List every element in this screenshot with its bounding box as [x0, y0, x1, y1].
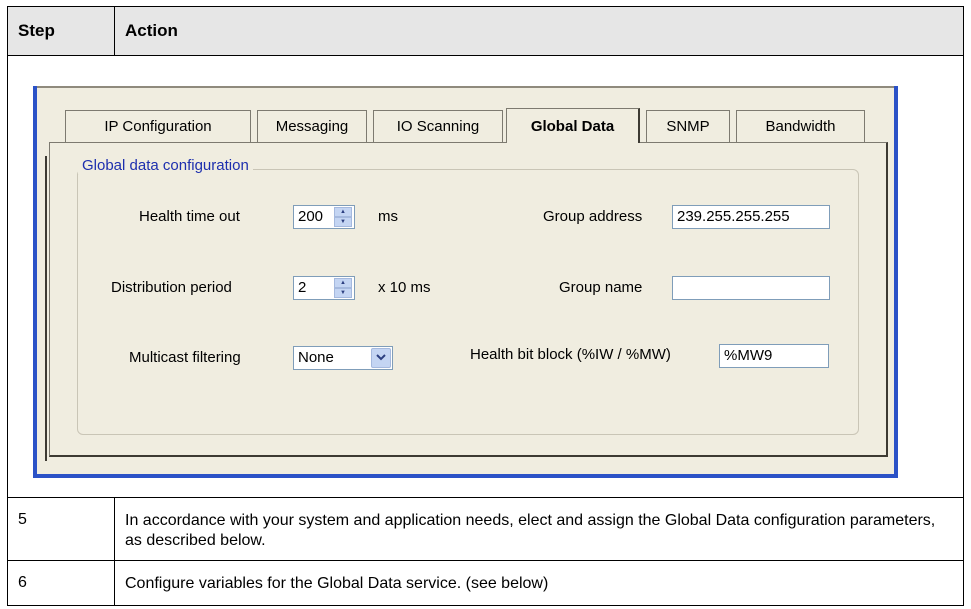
row-action-text: Configure variables for the Global Data …: [125, 575, 549, 592]
spin-down-icon[interactable]: ▼: [334, 288, 352, 298]
header-action: Action: [125, 21, 178, 40]
table-row: 6 Configure variables for the Global Dat…: [8, 561, 963, 605]
tab-global-data[interactable]: Global Data: [506, 108, 640, 143]
group-address-label: Group address: [543, 208, 643, 225]
procedure-table: Step Action IP Configuration Messaging I…: [7, 6, 964, 606]
distribution-period-value: 2: [298, 279, 307, 296]
spinner-arrows-icon[interactable]: ▲ ▼: [334, 278, 352, 298]
group-name-label: Group name: [559, 279, 643, 296]
tab-snmp[interactable]: SNMP: [646, 110, 730, 142]
row-action-text: In accordance with your system and appli…: [125, 512, 936, 549]
health-time-out-unit: ms: [378, 208, 398, 225]
group-title: Global data configuration: [78, 157, 253, 174]
global-data-panel: Global data configuration Health time ou…: [49, 142, 888, 457]
distribution-period-spinner[interactable]: 2 ▲ ▼: [293, 276, 355, 300]
chevron-down-icon[interactable]: [371, 348, 391, 368]
health-time-out-spinner[interactable]: 200 ▲ ▼: [293, 205, 355, 229]
table-row: 5 In accordance with your system and app…: [8, 498, 963, 561]
distribution-period-label: Distribution period: [111, 279, 232, 296]
spin-up-icon[interactable]: ▲: [334, 207, 352, 217]
health-bit-block-input[interactable]: %MW9: [719, 344, 829, 368]
tab-io-scanning[interactable]: IO Scanning: [373, 110, 503, 142]
spinner-arrows-icon[interactable]: ▲ ▼: [334, 207, 352, 227]
panel-shadow: [45, 156, 47, 461]
row-step-number: 6: [8, 561, 115, 605]
tab-messaging[interactable]: Messaging: [257, 110, 367, 142]
group-name-input[interactable]: [672, 276, 830, 300]
row-step-number: 5: [8, 498, 115, 560]
screenshot-row: IP Configuration Messaging IO Scanning G…: [8, 56, 963, 498]
spin-down-icon[interactable]: ▼: [334, 217, 352, 227]
multicast-filtering-select[interactable]: None: [293, 346, 393, 370]
health-bit-block-label: Health bit block (%IW / %MW): [470, 346, 671, 363]
header-step: Step: [8, 7, 115, 55]
tab-ip-configuration[interactable]: IP Configuration: [65, 110, 251, 142]
distribution-period-unit: x 10 ms: [378, 279, 431, 296]
multicast-filtering-label: Multicast filtering: [129, 349, 241, 366]
multicast-filtering-value: None: [298, 349, 334, 366]
group-address-input[interactable]: 239.255.255.255: [672, 205, 830, 229]
window-top-border: [37, 86, 894, 88]
health-time-out-value: 200: [298, 208, 324, 225]
table-header: Step Action: [8, 7, 963, 56]
ethernet-config-window: IP Configuration Messaging IO Scanning G…: [33, 86, 898, 478]
health-time-out-label: Health time out: [139, 208, 240, 225]
spin-up-icon[interactable]: ▲: [334, 278, 352, 288]
tab-bandwidth[interactable]: Bandwidth: [736, 110, 865, 142]
